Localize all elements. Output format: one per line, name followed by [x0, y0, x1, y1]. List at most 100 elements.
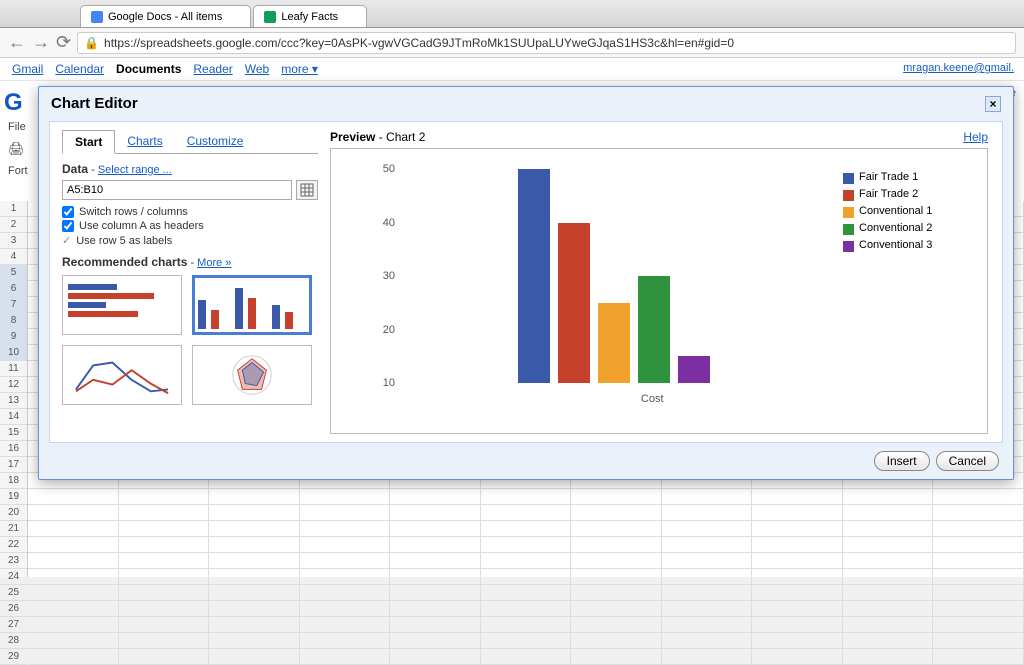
lock-icon: 🔒: [84, 36, 99, 50]
row-number[interactable]: 6: [0, 281, 27, 297]
range-row: [62, 180, 318, 200]
row-number[interactable]: 24: [0, 569, 27, 585]
row-number[interactable]: 12: [0, 377, 27, 393]
dialog-title: Chart Editor: [51, 95, 138, 112]
legend-item: Conventional 2: [843, 222, 973, 235]
chart-editor-dialog: Chart Editor × Start Charts Customize Da…: [38, 86, 1014, 480]
dialog-tabs: Start Charts Customize: [62, 130, 318, 154]
checkbox-switch-rows[interactable]: Switch rows / columns: [62, 206, 318, 218]
row-number[interactable]: 16: [0, 441, 27, 457]
recommended-header: Recommended charts - More »: [62, 255, 318, 269]
row-number[interactable]: 23: [0, 553, 27, 569]
favicon-sheets: [264, 11, 276, 23]
row-number[interactable]: 11: [0, 361, 27, 377]
row-number[interactable]: 27: [0, 617, 27, 633]
dialog-titlebar: Chart Editor ×: [39, 87, 1013, 120]
recommended-charts-grid: [62, 275, 318, 405]
dialog-right-pane: Preview - Chart 2 Help 1020304050CostFai…: [330, 122, 1002, 442]
row-number[interactable]: 22: [0, 537, 27, 553]
tab-start[interactable]: Start: [62, 130, 115, 154]
browser-nav-bar: ← → ⟳ 🔒 https://spreadsheets.google.com/…: [0, 28, 1024, 58]
tab-customize[interactable]: Customize: [175, 130, 256, 153]
row-number[interactable]: 29: [0, 649, 27, 665]
legend-item: Conventional 3: [843, 239, 973, 252]
check-icon: ✓: [62, 234, 71, 247]
browser-tab[interactable]: Leafy Facts: [253, 5, 367, 27]
menu-strip: File 🖨 Fort: [0, 117, 36, 181]
row-number[interactable]: 7: [0, 297, 27, 313]
chart-bar: [518, 169, 550, 383]
chart-preview: 1020304050CostFair Trade 1Fair Trade 2Co…: [330, 148, 988, 434]
row-number[interactable]: 9: [0, 329, 27, 345]
chart-bar: [638, 276, 670, 383]
row-number[interactable]: 20: [0, 505, 27, 521]
google-bar: Gmail Calendar Documents Reader Web more…: [0, 58, 1024, 81]
row-number[interactable]: 10: [0, 345, 27, 361]
google-logo-snip: G: [4, 89, 34, 117]
tab-charts[interactable]: Charts: [115, 130, 174, 153]
tab-title: Google Docs - All items: [108, 11, 222, 23]
rec-chart-bar[interactable]: [192, 275, 312, 335]
row-number[interactable]: 25: [0, 585, 27, 601]
more-charts-link[interactable]: More »: [197, 257, 231, 269]
tab-title: Leafy Facts: [281, 11, 338, 23]
legend-item: Fair Trade 1: [843, 171, 973, 184]
checkbox-row5-labels[interactable]: ✓Use row 5 as labels: [62, 234, 318, 247]
row-number[interactable]: 3: [0, 233, 27, 249]
favicon-docs: [91, 11, 103, 23]
row-number[interactable]: 5: [0, 265, 27, 281]
rec-chart-radar[interactable]: [192, 345, 312, 405]
data-section-header: Data - Select range ...: [62, 162, 318, 176]
rec-chart-line[interactable]: [62, 345, 182, 405]
forward-icon[interactable]: →: [32, 32, 50, 53]
user-email[interactable]: mragan.keene@gmail.: [903, 62, 1014, 74]
print-icon[interactable]: 🖨: [0, 137, 36, 161]
gbar-link[interactable]: Calendar: [55, 62, 104, 76]
back-icon[interactable]: ←: [8, 32, 26, 53]
insert-button[interactable]: Insert: [874, 451, 930, 471]
browser-tab[interactable]: Google Docs - All items: [80, 5, 251, 27]
row-number[interactable]: 28: [0, 633, 27, 649]
row-number[interactable]: 19: [0, 489, 27, 505]
help-link[interactable]: Help: [963, 130, 988, 144]
close-icon[interactable]: ×: [985, 96, 1001, 112]
row-number[interactable]: 17: [0, 457, 27, 473]
row-number[interactable]: 2: [0, 217, 27, 233]
recommended-label: Recommended charts: [62, 255, 187, 269]
dialog-body: Start Charts Customize Data - Select ran…: [49, 121, 1003, 443]
row-number[interactable]: 26: [0, 601, 27, 617]
url-bar[interactable]: 🔒 https://spreadsheets.google.com/ccc?ke…: [77, 32, 1016, 54]
row-number[interactable]: 8: [0, 313, 27, 329]
menu-format[interactable]: Fort: [0, 161, 36, 181]
dialog-footer: Insert Cancel: [874, 451, 999, 471]
row-number[interactable]: 18: [0, 473, 27, 489]
rec-chart-hbar[interactable]: [62, 275, 182, 335]
select-range-link[interactable]: Select range ...: [98, 164, 172, 176]
gbar-link[interactable]: Gmail: [12, 62, 43, 76]
legend-item: Conventional 1: [843, 205, 973, 218]
range-input[interactable]: [62, 180, 292, 200]
row-number[interactable]: 13: [0, 393, 27, 409]
preview-header: Preview - Chart 2 Help: [330, 130, 988, 144]
row-number[interactable]: 21: [0, 521, 27, 537]
reload-icon[interactable]: ⟳: [56, 32, 71, 53]
cancel-button[interactable]: Cancel: [936, 451, 999, 471]
checkbox-col-a-headers[interactable]: Use column A as headers: [62, 220, 318, 232]
menu-file[interactable]: File: [0, 117, 36, 137]
gbar-link[interactable]: Web: [245, 62, 269, 76]
gbar-link[interactable]: Documents: [116, 62, 181, 76]
row-number[interactable]: 1: [0, 201, 27, 217]
range-picker-icon[interactable]: [296, 180, 318, 200]
legend-item: Fair Trade 2: [843, 188, 973, 201]
gbar-link[interactable]: more ▾: [281, 62, 318, 76]
url-text: https://spreadsheets.google.com/ccc?key=…: [104, 36, 734, 50]
dialog-left-pane: Start Charts Customize Data - Select ran…: [50, 122, 330, 442]
browser-tab-strip: Google Docs - All items Leafy Facts: [0, 0, 1024, 28]
row-number[interactable]: 14: [0, 409, 27, 425]
row-number-gutter: 1234567891011121314151617181920212223242…: [0, 201, 28, 577]
row-number[interactable]: 15: [0, 425, 27, 441]
gbar-link[interactable]: Reader: [193, 62, 232, 76]
row-number[interactable]: 4: [0, 249, 27, 265]
chart-bar: [598, 303, 630, 383]
chart-bar: [678, 356, 710, 383]
